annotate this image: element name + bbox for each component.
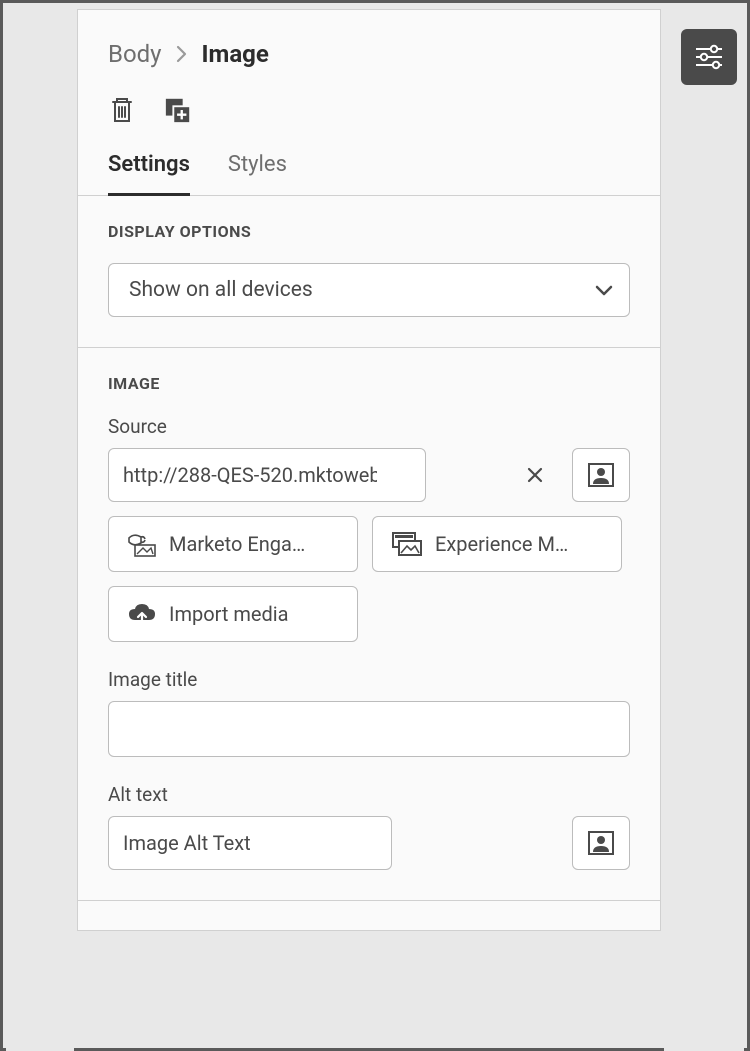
breadcrumb: Body Image (108, 40, 630, 68)
chevron-right-icon (176, 45, 188, 63)
tab-styles[interactable]: Styles (228, 152, 287, 196)
marketo-assets-button[interactable]: Marketo Enga… (108, 516, 358, 572)
cloud-upload-icon (127, 602, 157, 626)
images-icon (391, 531, 423, 557)
experience-manager-button[interactable]: Experience M… (372, 516, 622, 572)
experience-label: Experience M… (435, 532, 568, 556)
close-icon (526, 466, 544, 484)
duplicate-icon (164, 96, 192, 124)
person-icon (587, 830, 615, 856)
section-title-image: IMAGE (108, 374, 630, 393)
display-options-section: DISPLAY OPTIONS Show on all devices (78, 196, 660, 348)
person-icon (587, 462, 615, 488)
marketo-label: Marketo Enga… (169, 532, 305, 556)
delete-button[interactable] (108, 96, 136, 124)
section-title-display: DISPLAY OPTIONS (108, 222, 630, 241)
image-section: IMAGE Source (78, 348, 660, 900)
megaphone-image-icon (127, 531, 157, 557)
personalization-button-alt[interactable] (572, 816, 630, 870)
breadcrumb-parent[interactable]: Body (108, 40, 162, 68)
display-options-select[interactable]: Show on all devices (108, 263, 630, 317)
source-label: Source (108, 415, 630, 438)
image-title-label: Image title (108, 668, 630, 691)
clear-button[interactable] (526, 466, 544, 484)
sliders-icon (694, 44, 724, 70)
alt-text-label: Alt text (108, 783, 630, 806)
alt-text-input[interactable] (108, 816, 392, 870)
import-label: Import media (169, 602, 289, 626)
breadcrumb-current: Image (202, 40, 269, 68)
tab-settings[interactable]: Settings (108, 152, 190, 196)
tabs: Settings Styles (78, 152, 660, 196)
properties-panel: Body Image (77, 9, 661, 931)
trash-icon (109, 96, 135, 124)
panel-settings-button[interactable] (681, 29, 737, 85)
personalization-button-source[interactable] (572, 448, 630, 502)
source-input[interactable] (108, 448, 426, 502)
duplicate-button[interactable] (164, 96, 192, 124)
import-media-button[interactable]: Import media (108, 586, 358, 642)
image-title-input[interactable] (108, 701, 630, 757)
